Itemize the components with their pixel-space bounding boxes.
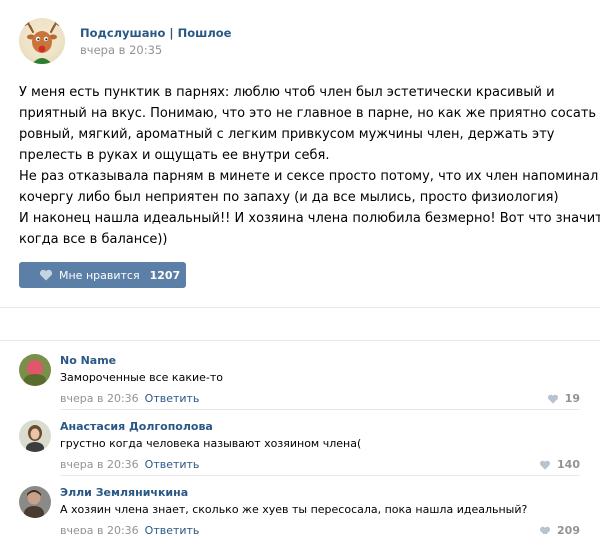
avatar-image-icon: [19, 354, 51, 386]
comment-text: Замороченные все какие-то: [60, 371, 223, 384]
avatar[interactable]: [19, 486, 51, 518]
post-text-line: Не раз отказывала парням в минете и секс…: [19, 169, 599, 184]
comment-like-button[interactable]: 140: [539, 458, 580, 471]
reply-link[interactable]: Ответить: [145, 524, 200, 534]
comment-item: Анастасия Долгополова грустно когда чело…: [0, 420, 600, 471]
group-avatar[interactable]: [19, 18, 65, 64]
post-text-line: когда все в балансе)): [19, 232, 168, 247]
avatar[interactable]: [19, 420, 51, 452]
heart-icon: [539, 460, 551, 470]
heart-icon: [547, 394, 558, 404]
comment-meta: вчера в 20:36 Ответить: [60, 458, 199, 471]
comment-author[interactable]: Анастасия Долгополова: [60, 420, 213, 433]
comment-timestamp[interactable]: вчера в 20:36: [60, 524, 139, 534]
deer-icon: [24, 19, 60, 64]
comment-like-count: 19: [564, 392, 580, 405]
comment-meta: вчера в 20:36 Ответить: [60, 524, 199, 534]
post-timestamp[interactable]: вчера в 20:35: [80, 43, 162, 57]
post-text-line: прелесть в руках и ощущать ее внутри себ…: [19, 148, 330, 163]
comment-meta: вчера в 20:36 Ответить: [60, 392, 199, 405]
avatar-image-icon: [19, 420, 51, 452]
comment-divider: [60, 409, 580, 410]
comment-like-button[interactable]: 19: [547, 392, 580, 405]
comment-timestamp[interactable]: вчера в 20:36: [60, 458, 139, 471]
post-text-line: кочергу либо был неприятен по запаху (и …: [19, 190, 559, 205]
comment-item: Элли Земляничкина А хозяин члена знает, …: [0, 486, 600, 534]
comment-item: No Name Замороченные все какие-то вчера …: [0, 354, 600, 405]
comment-like-count: 140: [557, 458, 580, 471]
heart-icon: [540, 526, 551, 534]
heart-icon: [39, 269, 53, 281]
reply-link[interactable]: Ответить: [145, 392, 200, 405]
post-text-line: ровный, мягкий, ароматный с легким привк…: [19, 127, 555, 142]
comment-author[interactable]: Элли Земляничкина: [60, 486, 188, 499]
comment-text: грустно когда человека называют хозяином…: [60, 437, 362, 450]
like-label: Мне нравится: [59, 268, 140, 282]
post-text-line: приятный на вкус. Понимаю, что это не гл…: [19, 106, 597, 121]
comment-author[interactable]: No Name: [60, 354, 116, 367]
avatar[interactable]: [19, 354, 51, 386]
like-button[interactable]: Мне нравится 1207: [19, 262, 186, 288]
section-divider: [0, 340, 600, 341]
comment-divider: [60, 475, 580, 476]
comment-like-count: 209: [557, 524, 580, 534]
post-text: У меня есть пунктик в парнях: люблю чтоб…: [19, 82, 600, 250]
avatar-image-icon: [19, 486, 51, 518]
section-divider: [0, 307, 600, 308]
like-count: 1207: [149, 268, 181, 282]
post-author[interactable]: Подслушано | Пошлое: [80, 26, 231, 40]
comment-text: А хозяин члена знает, сколько же хуев ты…: [60, 503, 528, 516]
comment-timestamp[interactable]: вчера в 20:36: [60, 392, 139, 405]
comment-like-button[interactable]: 209: [539, 524, 580, 534]
post-text-line: И наконец нашла идеальный!! И хозяина чл…: [19, 211, 600, 226]
reply-link[interactable]: Ответить: [145, 458, 200, 471]
post-text-line: У меня есть пунктик в парнях: люблю чтоб…: [19, 85, 555, 100]
